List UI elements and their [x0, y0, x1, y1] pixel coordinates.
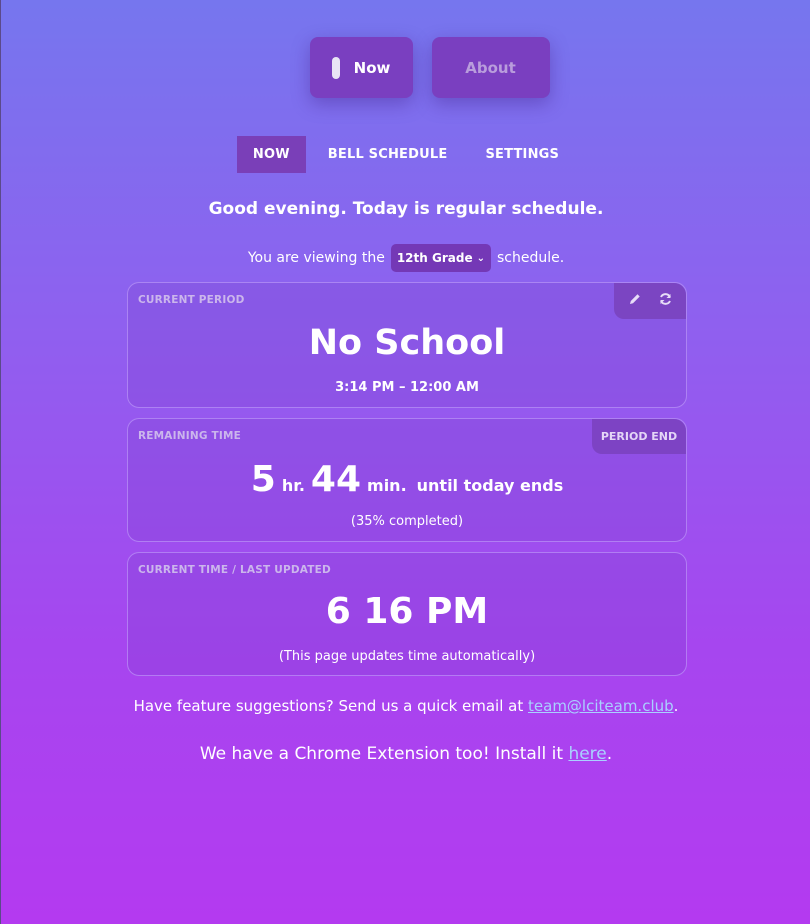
chrome-extension-line: We have a Chrome Extension too! Install … [1, 744, 810, 764]
card-label: CURRENT TIME / LAST UPDATED [138, 564, 331, 576]
feature-suggestion-line: Have feature suggestions? Send us a quic… [1, 697, 810, 715]
chevron-down-icon: ⌄ [476, 252, 485, 264]
extension-link[interactable]: here [568, 744, 606, 764]
tab-bell-schedule[interactable]: BELL SCHEDULE [312, 136, 464, 173]
hours-unit: hr. [281, 476, 305, 495]
email-link[interactable]: team@lciteam.club [528, 697, 674, 715]
nav-tabs: NOW BELL SCHEDULE SETTINGS [1, 136, 810, 173]
now-button-label: Now [353, 58, 391, 77]
tab-settings[interactable]: SETTINGS [469, 136, 575, 173]
percent-completed: (35% completed) [350, 514, 464, 529]
remaining-tail: until today ends [416, 476, 564, 495]
remaining-time-value: 5 hr. 44 min. until today ends [128, 459, 686, 500]
remaining-minutes: 44 [310, 459, 362, 500]
period-name: No School [308, 323, 506, 363]
card-tools [614, 283, 686, 319]
suggest-prefix: Have feature suggestions? Send us a quic… [133, 697, 524, 715]
current-time-card: CURRENT TIME / LAST UPDATED 6 16 PM (Thi… [127, 552, 687, 676]
minutes-unit: min. [367, 476, 407, 495]
remaining-time-card: REMAINING TIME PERIOD END 5 hr. 44 min. … [127, 418, 687, 542]
card-label: REMAINING TIME [138, 430, 241, 442]
about-button[interactable]: About [431, 37, 550, 98]
ext-prefix: We have a Chrome Extension too! Install … [199, 744, 564, 764]
period-time-range: 3:14 PM – 12:00 AM [335, 380, 479, 395]
toggle-indicator-icon [331, 56, 340, 79]
card-label: CURRENT PERIOD [138, 294, 245, 306]
current-time-value: 6 16 PM [325, 591, 489, 632]
auto-update-note: (This page updates time automatically) [278, 649, 536, 664]
schedule-viewing-line: You are viewing the 12th Grade ⌄ schedul… [1, 244, 810, 272]
period-end-button[interactable]: PERIOD END [592, 419, 686, 454]
viewing-prefix: You are viewing the [247, 250, 385, 266]
about-button-label: About [465, 58, 516, 77]
ext-suffix: . [606, 744, 613, 764]
grade-select[interactable]: 12th Grade ⌄ [390, 244, 491, 272]
remaining-hours: 5 [250, 459, 276, 500]
tab-now[interactable]: NOW [236, 136, 306, 173]
suggest-suffix: . [673, 697, 679, 715]
greeting-text: Good evening. Today is regular schedule. [208, 199, 604, 219]
pencil-icon[interactable] [628, 292, 642, 310]
refresh-icon[interactable] [658, 292, 673, 310]
grade-select-value: 12th Grade [396, 251, 473, 265]
top-button-bar: Now About [1, 37, 810, 98]
viewing-suffix: schedule. [496, 250, 565, 266]
current-period-card: CURRENT PERIOD No School 3:14 PM – 12:00… [127, 282, 687, 408]
now-button[interactable]: Now [309, 37, 413, 98]
